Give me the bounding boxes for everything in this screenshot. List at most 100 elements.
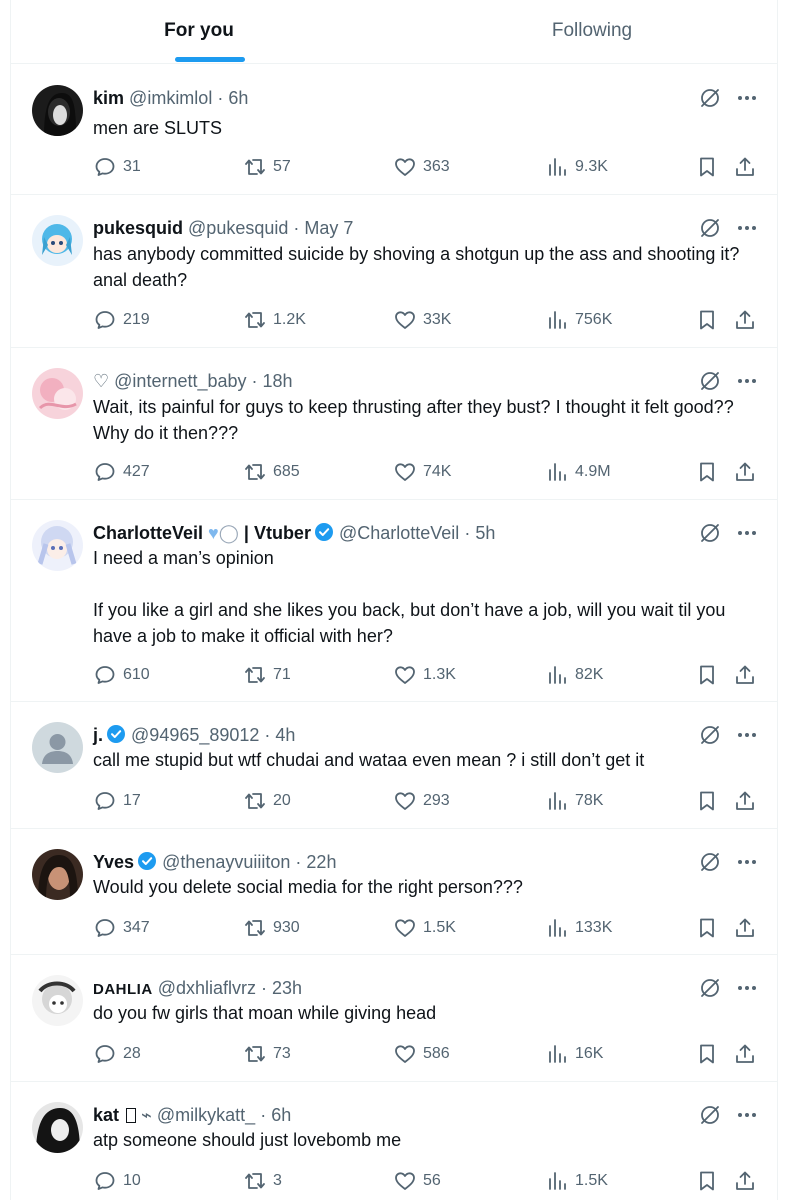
timestamp[interactable]: 6h xyxy=(228,88,248,108)
post[interactable]: pukesquid @pukesquid · May 7 has anybody… xyxy=(11,195,777,348)
bookmark-button[interactable] xyxy=(695,308,725,332)
share-button[interactable] xyxy=(733,1169,763,1193)
like-button[interactable]: 56 xyxy=(393,1169,441,1193)
avatar[interactable] xyxy=(32,85,83,136)
retweet-button[interactable]: 71 xyxy=(243,663,291,687)
bookmark-button[interactable] xyxy=(695,916,725,940)
retweet-button[interactable]: 685 xyxy=(243,460,300,484)
post[interactable]: kat ⌁ @milkykatt_ · 6h atp someone shoul… xyxy=(11,1082,777,1200)
more-icon[interactable] xyxy=(735,1103,759,1127)
retweet-button[interactable]: 930 xyxy=(243,916,300,940)
like-button[interactable]: 363 xyxy=(393,155,450,179)
reply-button[interactable]: 347 xyxy=(93,916,150,940)
handle[interactable]: @internett_baby xyxy=(114,371,246,391)
handle[interactable]: @dxhliaflvrz xyxy=(158,978,256,998)
retweet-button[interactable]: 3 xyxy=(243,1169,282,1193)
timestamp[interactable]: 4h xyxy=(275,725,295,745)
retweet-button[interactable]: 57 xyxy=(243,155,291,179)
post[interactable]: DAHLIA @dxhliaflvrz · 23h do you fw girl… xyxy=(11,955,777,1082)
handle[interactable]: @imkimlol xyxy=(129,88,212,108)
grok-icon[interactable] xyxy=(698,369,722,393)
grok-icon[interactable] xyxy=(698,1103,722,1127)
views-button[interactable]: 82K xyxy=(545,663,603,687)
post[interactable]: ♡ @internett_baby · 18h Wait, its painfu… xyxy=(11,348,777,500)
views-button[interactable]: 133K xyxy=(545,916,612,940)
tab-following[interactable]: Following xyxy=(519,0,665,64)
like-button[interactable]: 586 xyxy=(393,1042,450,1066)
share-button[interactable] xyxy=(733,308,763,332)
display-name[interactable]: kat xyxy=(93,1105,119,1125)
more-icon[interactable] xyxy=(735,369,759,393)
like-button[interactable]: 293 xyxy=(393,789,450,813)
retweet-button[interactable]: 1.2K xyxy=(243,308,306,332)
reply-button[interactable]: 31 xyxy=(93,155,141,179)
bookmark-button[interactable] xyxy=(695,789,725,813)
avatar[interactable] xyxy=(32,520,83,571)
reply-button[interactable]: 427 xyxy=(93,460,150,484)
views-button[interactable]: 1.5K xyxy=(545,1169,608,1193)
handle[interactable]: @thenayvuiiiton xyxy=(162,852,290,872)
reply-button[interactable]: 17 xyxy=(93,789,141,813)
reply-button[interactable]: 219 xyxy=(93,308,150,332)
bookmark-button[interactable] xyxy=(695,460,725,484)
avatar[interactable] xyxy=(32,368,83,419)
handle[interactable]: @94965_89012 xyxy=(131,725,259,745)
views-button[interactable]: 9.3K xyxy=(545,155,608,179)
like-button[interactable]: 1.5K xyxy=(393,916,456,940)
display-name[interactable]: Yves xyxy=(93,852,134,872)
more-icon[interactable] xyxy=(735,86,759,110)
bookmark-button[interactable] xyxy=(695,1169,725,1193)
reply-button[interactable]: 10 xyxy=(93,1169,141,1193)
reply-button[interactable]: 28 xyxy=(93,1042,141,1066)
timestamp[interactable]: 23h xyxy=(272,978,302,998)
share-button[interactable] xyxy=(733,1042,763,1066)
bookmark-button[interactable] xyxy=(695,1042,725,1066)
views-button[interactable]: 78K xyxy=(545,789,603,813)
share-button[interactable] xyxy=(733,789,763,813)
views-button[interactable]: 16K xyxy=(545,1042,603,1066)
handle[interactable]: @pukesquid xyxy=(188,218,288,238)
avatar[interactable] xyxy=(32,215,83,266)
share-button[interactable] xyxy=(733,663,763,687)
share-button[interactable] xyxy=(733,155,763,179)
display-name[interactable]: kim xyxy=(93,88,124,108)
avatar[interactable] xyxy=(32,1102,83,1153)
like-button[interactable]: 74K xyxy=(393,460,451,484)
reply-button[interactable]: 610 xyxy=(93,663,150,687)
avatar[interactable] xyxy=(32,975,83,1026)
share-button[interactable] xyxy=(733,916,763,940)
share-button[interactable] xyxy=(733,460,763,484)
display-name[interactable]: ♡ xyxy=(93,371,109,391)
handle[interactable]: @CharlotteVeil xyxy=(339,523,459,543)
timestamp[interactable]: 18h xyxy=(263,371,293,391)
more-icon[interactable] xyxy=(735,723,759,747)
timestamp[interactable]: 5h xyxy=(475,523,495,543)
tab-for-you[interactable]: For you xyxy=(139,0,259,64)
more-icon[interactable] xyxy=(735,976,759,1000)
display-name[interactable]: DAHLIA xyxy=(93,981,153,998)
post[interactable]: Yves @thenayvuiiiton · 22h Would you del… xyxy=(11,829,777,955)
more-icon[interactable] xyxy=(735,850,759,874)
post[interactable]: CharlotteVeil ♥◯ | Vtuber @CharlotteVeil… xyxy=(11,500,777,702)
display-name[interactable]: CharlotteVeil xyxy=(93,523,203,543)
post[interactable]: j. @94965_89012 · 4h call me stupid but … xyxy=(11,702,777,829)
retweet-button[interactable]: 20 xyxy=(243,789,291,813)
grok-icon[interactable] xyxy=(698,976,722,1000)
like-button[interactable]: 33K xyxy=(393,308,451,332)
more-icon[interactable] xyxy=(735,521,759,545)
avatar[interactable] xyxy=(32,849,83,900)
like-button[interactable]: 1.3K xyxy=(393,663,456,687)
grok-icon[interactable] xyxy=(698,216,722,240)
handle[interactable]: @milkykatt_ xyxy=(157,1105,255,1125)
avatar[interactable] xyxy=(32,722,83,773)
bookmark-button[interactable] xyxy=(695,663,725,687)
grok-icon[interactable] xyxy=(698,850,722,874)
grok-icon[interactable] xyxy=(698,723,722,747)
bookmark-button[interactable] xyxy=(695,155,725,179)
timestamp[interactable]: 6h xyxy=(271,1105,291,1125)
display-name[interactable]: pukesquid xyxy=(93,218,183,238)
more-icon[interactable] xyxy=(735,216,759,240)
grok-icon[interactable] xyxy=(698,86,722,110)
timestamp[interactable]: 22h xyxy=(306,852,336,872)
views-button[interactable]: 756K xyxy=(545,308,612,332)
